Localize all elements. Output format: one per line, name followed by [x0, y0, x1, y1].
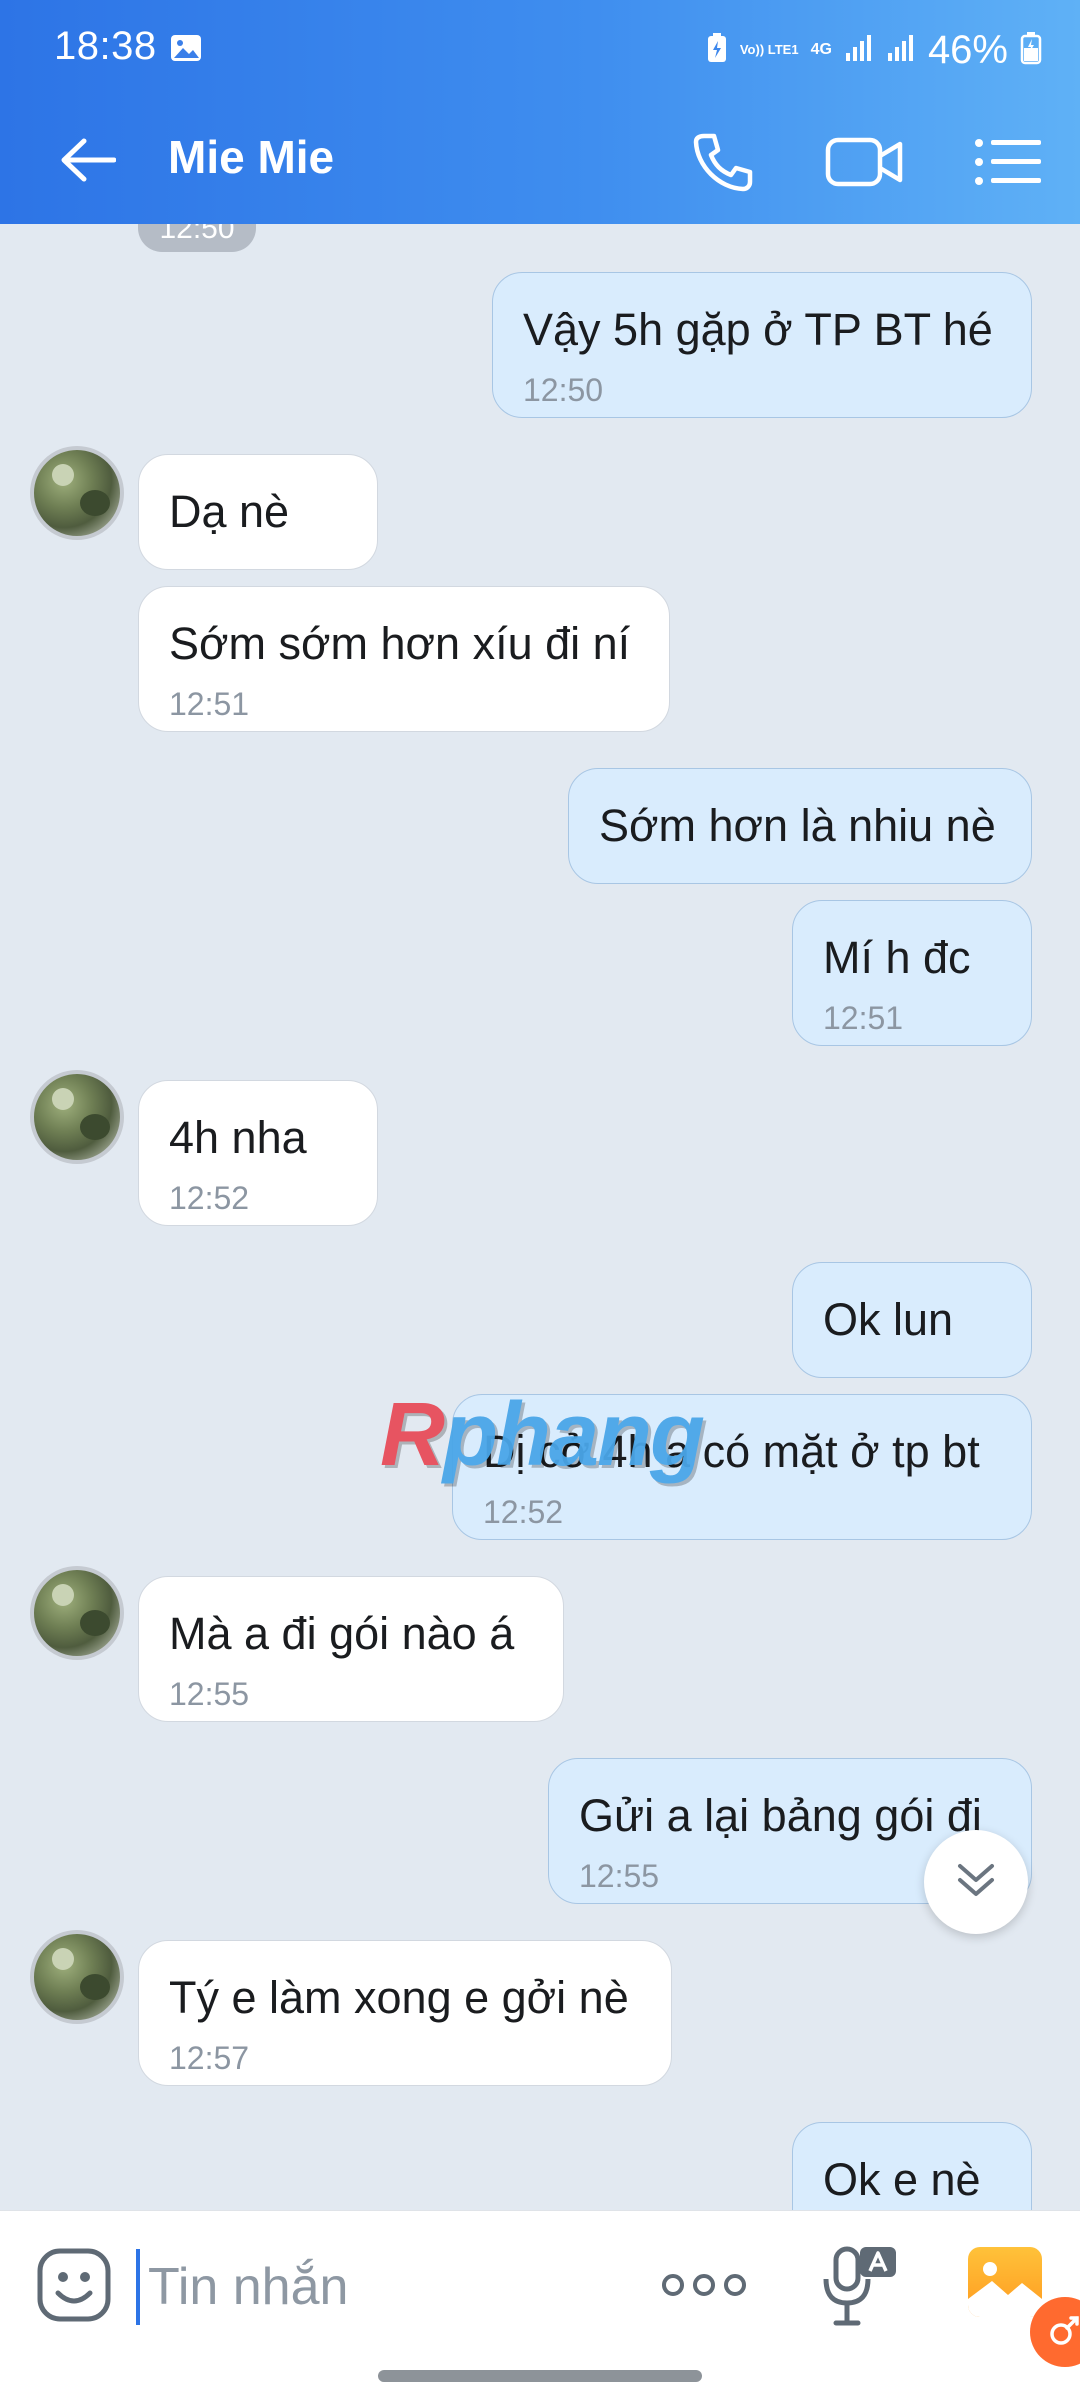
contact-name[interactable]: Mie Mie — [168, 130, 334, 184]
more-options-icon — [724, 2274, 746, 2296]
link-icon — [1045, 2310, 1080, 2355]
avatar-detail — [80, 1114, 110, 1140]
status-indicators: Vo)) LTE1 4G 46% — [706, 24, 1042, 76]
message-text: Vậy 5h gặp ở TP BT hé — [523, 304, 993, 355]
home-indicator[interactable] — [378, 2370, 702, 2382]
incoming-message[interactable]: Sớm sớm hơn xíu đi ní 12:51 — [138, 586, 670, 732]
watermark-letter: R — [380, 1385, 445, 1485]
message-text: Tý e làm xong e gởi nè — [169, 1972, 629, 2023]
emoji-icon — [36, 2248, 112, 2327]
incoming-message[interactable]: Mà a đi gói nào á 12:55 — [138, 1576, 564, 1722]
message-time: 12:55 — [169, 1676, 250, 1712]
emoji-button[interactable] — [36, 2247, 112, 2323]
message-time: 12:52 — [483, 1494, 564, 1530]
incoming-message[interactable]: Dạ nè — [138, 454, 378, 570]
message-input[interactable] — [136, 2249, 650, 2325]
scroll-to-bottom-button[interactable] — [924, 1830, 1028, 1934]
voice-call-button[interactable] — [680, 122, 764, 206]
message-text: Ok e nè — [823, 2154, 981, 2205]
gallery-icon — [968, 2262, 1042, 2317]
avatar-detail — [80, 1610, 110, 1636]
volte-label: Vo)) LTE1 — [739, 42, 799, 57]
outgoing-message[interactable]: Ok lun — [792, 1262, 1032, 1378]
message-text: Gửi a lại bảng gói đi — [579, 1790, 982, 1841]
image-icon — [170, 34, 202, 62]
message-text: Sớm hơn là nhiu nè — [599, 800, 996, 851]
signal-icon — [844, 33, 874, 68]
avatar[interactable] — [30, 446, 124, 540]
avatar-detail — [80, 1974, 110, 2000]
battery-saver-icon — [706, 32, 728, 69]
back-button[interactable] — [48, 122, 128, 202]
back-arrow-icon — [60, 137, 117, 188]
message-text: Dạ nè — [169, 486, 290, 537]
4g-icon: 4G — [811, 41, 832, 59]
double-chevron-down-icon — [954, 1858, 998, 1907]
battery-percent: 46% — [927, 27, 1008, 72]
network-type-label: 4G — [810, 41, 832, 58]
battery-icon — [1020, 31, 1042, 70]
gallery-button[interactable] — [968, 2247, 1042, 2317]
top-bar: 18:38 Vo)) LTE1 4G 46% Mie Mie — [0, 0, 1080, 224]
chat-options-button[interactable] — [966, 122, 1050, 206]
outgoing-message[interactable]: Ok e nè — [792, 2122, 1032, 2210]
message-text: 4h nha — [169, 1112, 307, 1163]
voice-message-button[interactable] — [820, 2243, 900, 2329]
date-time-chip: 12:50 — [138, 224, 256, 252]
chat-header: Mie Mie — [0, 100, 1080, 224]
menu-list-icon — [973, 137, 1043, 192]
more-options-button[interactable] — [662, 2263, 746, 2307]
avatar-detail — [52, 1948, 74, 1970]
message-list[interactable]: 12:50 Vậy 5h gặp ở TP BT hé 12:50 Dạ nè … — [0, 224, 1080, 2210]
outgoing-message[interactable]: Sớm hơn là nhiu nè — [568, 768, 1032, 884]
avatar[interactable] — [30, 1566, 124, 1660]
watermark-rest: phang — [443, 1385, 705, 1485]
message-time: 12:50 — [523, 372, 604, 408]
status-time: 18:38 — [54, 24, 157, 68]
phone-icon — [690, 130, 754, 199]
message-time: 12:51 — [823, 1000, 904, 1036]
watermark-logo: Rphang — [380, 1384, 705, 1487]
video-call-icon — [824, 132, 904, 197]
message-time: 12:57 — [169, 2040, 250, 2076]
avatar-detail — [52, 1088, 74, 1110]
more-options-icon — [662, 2274, 684, 2296]
avatar[interactable] — [30, 1930, 124, 2024]
video-call-button[interactable] — [822, 122, 906, 206]
outgoing-message[interactable]: Vậy 5h gặp ở TP BT hé 12:50 — [492, 272, 1032, 418]
outgoing-message[interactable]: Mí h đc 12:51 — [792, 900, 1032, 1046]
incoming-message[interactable]: Tý e làm xong e gởi nè 12:57 — [138, 1940, 672, 2086]
message-text: Ok lun — [823, 1294, 954, 1345]
avatar[interactable] — [30, 1070, 124, 1164]
message-text: Mí h đc — [823, 932, 971, 983]
avatar-detail — [52, 464, 74, 486]
avatar-detail — [52, 1584, 74, 1606]
incoming-message[interactable]: 4h nha 12:52 — [138, 1080, 378, 1226]
message-time: 12:52 — [169, 1180, 250, 1216]
more-options-icon — [693, 2274, 715, 2296]
avatar-detail — [80, 490, 110, 516]
volte-icon: Vo)) LTE1 — [740, 43, 799, 57]
status-bar: 18:38 Vo)) LTE1 4G 46% — [0, 0, 1080, 100]
message-text: Mà a đi gói nào á — [169, 1608, 515, 1659]
message-text: Sớm sớm hơn xíu đi ní — [169, 618, 631, 669]
voice-to-text-icon — [820, 2246, 900, 2333]
signal-icon — [886, 33, 916, 68]
message-time: 12:51 — [169, 686, 250, 722]
